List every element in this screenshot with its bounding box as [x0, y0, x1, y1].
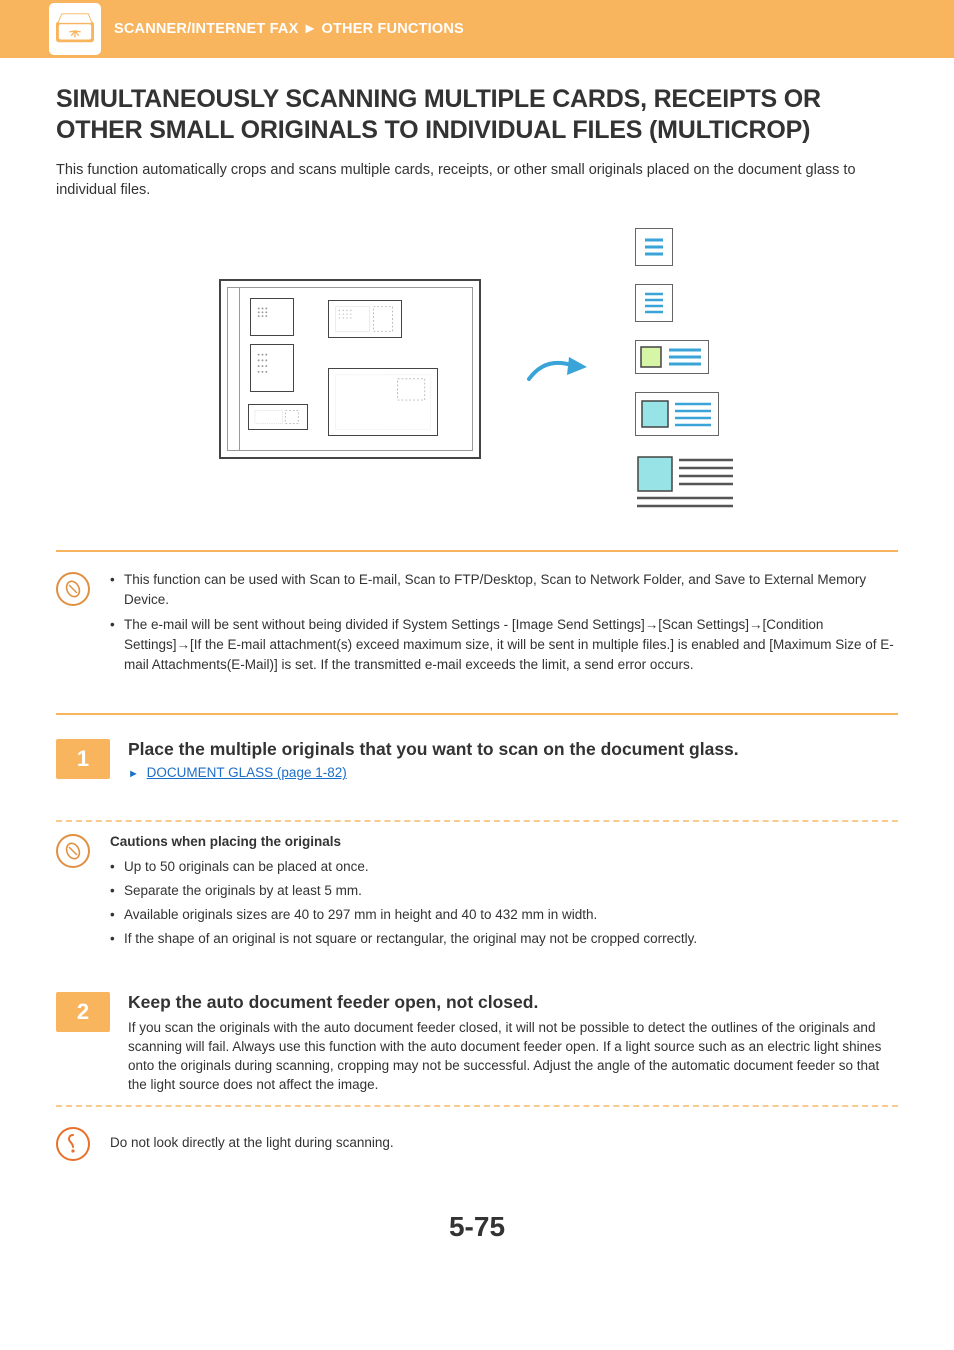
scanner-fax-icon	[56, 10, 94, 48]
step-1-title: Place the multiple originals that you wa…	[128, 739, 739, 761]
breadcrumb-separator: ►	[303, 21, 318, 37]
page-number: 5-75	[56, 1211, 898, 1243]
dashed-separator	[56, 820, 898, 822]
cautions-heading: Cautions when placing the originals	[110, 832, 697, 852]
link-triangle-icon: ►	[128, 768, 139, 780]
caution-item: Up to 50 originals can be placed at once…	[110, 857, 697, 877]
cautions-block: Cautions when placing the originals Up t…	[56, 832, 898, 961]
info-bullet: This function can be used with Scan to E…	[110, 570, 898, 611]
caution-item: If the shape of an original is not squar…	[110, 929, 697, 949]
output-files-illustration	[635, 228, 735, 510]
note-icon	[56, 572, 90, 606]
step-number-badge: 2	[56, 992, 110, 1032]
warning-text: Do not look directly at the light during…	[110, 1135, 394, 1150]
note-icon	[56, 834, 90, 868]
warning-block: Do not look directly at the light during…	[56, 1121, 898, 1171]
page-title: SIMULTANEOUSLY SCANNING MULTIPLE CARDS, …	[56, 84, 898, 145]
info-note-block: This function can be used with Scan to E…	[56, 562, 898, 691]
step-2: 2 Keep the auto document feeder open, no…	[56, 992, 898, 1095]
warning-icon	[56, 1127, 90, 1161]
step-2-body: If you scan the originals with the auto …	[128, 1019, 898, 1095]
intro-text: This function automatically crops and sc…	[56, 161, 898, 200]
breadcrumb-section[interactable]: SCANNER/INTERNET FAX	[114, 21, 298, 37]
section-divider	[56, 713, 898, 715]
multicrop-diagram	[56, 228, 898, 510]
arrow-icon	[523, 349, 593, 389]
section-divider	[56, 550, 898, 552]
step-1: 1 Place the multiple originals that you …	[56, 739, 898, 780]
step-2-title: Keep the auto document feeder open, not …	[128, 992, 898, 1014]
breadcrumb: SCANNER/INTERNET FAX ► OTHER FUNCTIONS	[114, 21, 464, 37]
breadcrumb-page[interactable]: OTHER FUNCTIONS	[322, 21, 464, 37]
dashed-separator	[56, 1105, 898, 1107]
header-category-icon-box	[48, 2, 102, 56]
caution-item: Available originals sizes are 40 to 297 …	[110, 905, 697, 925]
document-glass-illustration	[219, 279, 481, 459]
page-header: SCANNER/INTERNET FAX ► OTHER FUNCTIONS	[0, 0, 954, 58]
caution-item: Separate the originals by at least 5 mm.	[110, 881, 697, 901]
document-glass-link[interactable]: DOCUMENT GLASS (page 1-82)	[147, 765, 347, 780]
info-bullet: The e-mail will be sent without being di…	[110, 615, 898, 676]
step-number-badge: 1	[56, 739, 110, 779]
